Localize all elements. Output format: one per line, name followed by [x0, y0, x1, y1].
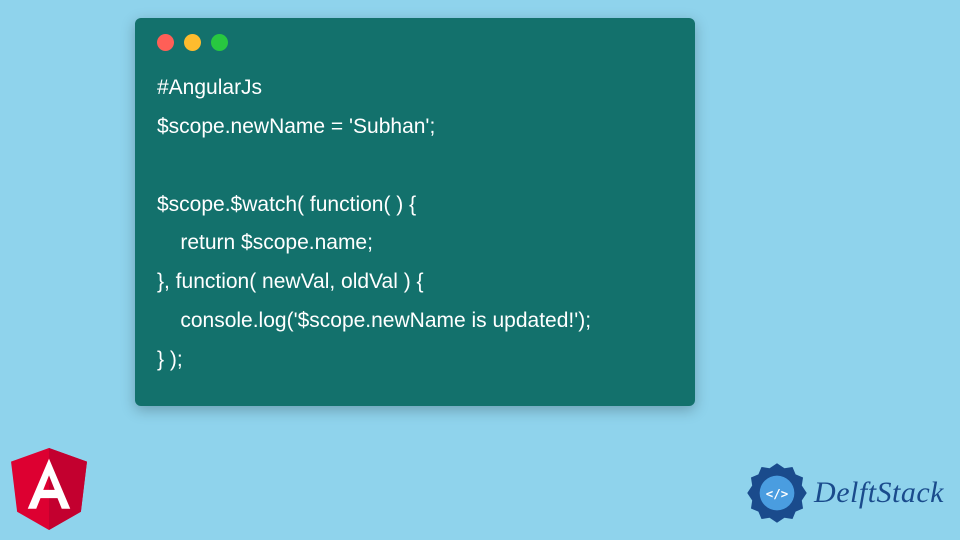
- code-line: }, function( newVal, oldVal ) {: [157, 270, 424, 293]
- maximize-icon: [211, 34, 228, 51]
- delftstack-badge-icon: </>: [746, 462, 808, 524]
- code-line: $scope.$watch( function( ) {: [157, 193, 416, 216]
- minimize-icon: [184, 34, 201, 51]
- code-line: $scope.newName = 'Subhan';: [157, 115, 435, 138]
- close-icon: [157, 34, 174, 51]
- delftstack-logo: </> DelftStack: [746, 462, 944, 524]
- code-line: console.log('$scope.newName is updated!'…: [157, 309, 591, 332]
- code-window: #AngularJs $scope.newName = 'Subhan'; $s…: [135, 18, 695, 406]
- code-line: return $scope.name;: [157, 231, 373, 254]
- code-block: #AngularJs $scope.newName = 'Subhan'; $s…: [157, 69, 673, 380]
- window-controls: [157, 34, 673, 51]
- code-line: } );: [157, 348, 183, 371]
- angular-logo-icon: [10, 448, 88, 530]
- brand-name: DelftStack: [814, 476, 944, 510]
- svg-text:</>: </>: [766, 486, 788, 501]
- code-line: #AngularJs: [157, 76, 262, 99]
